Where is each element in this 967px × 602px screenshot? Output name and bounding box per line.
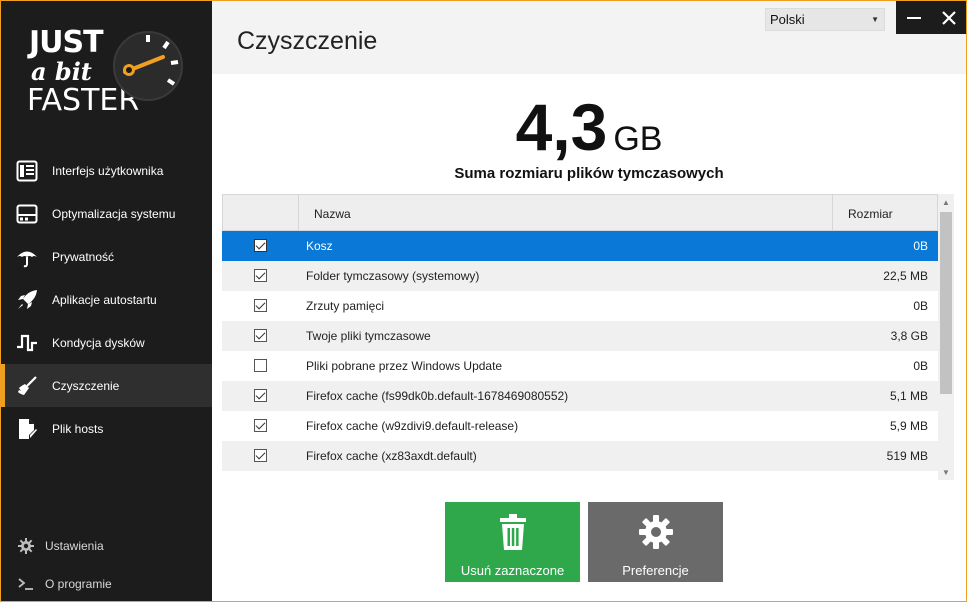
delete-selected-button[interactable]: Usuń zaznaczone (445, 502, 580, 582)
row-name: Firefox cache (fs99dk0b.default-16784690… (306, 389, 569, 403)
sidebar-nav: Interfejs użytkownika Optymalizacja syst… (1, 149, 212, 450)
sidebar-item-disk-health[interactable]: Kondycja dysków (1, 321, 212, 364)
table-row[interactable]: Firefox cache (fs99dk0b.default-16784690… (222, 381, 938, 411)
sidebar: JUST a bit FASTER Interfejs użytkownika … (1, 1, 212, 601)
sidebar-item-hosts-file[interactable]: Plik hosts (1, 407, 212, 450)
row-size: 5,1 MB (889, 389, 928, 403)
row-name: Folder tymczasowy (systemowy) (306, 269, 480, 283)
row-name: Firefox cache (w9zdivi9.default-release) (306, 419, 519, 433)
speedometer-icon (113, 31, 183, 101)
row-checkbox[interactable] (254, 239, 267, 252)
minimize-button[interactable] (896, 1, 931, 34)
sidebar-item-user-interface[interactable]: Interfejs użytkownika (1, 149, 212, 192)
scroll-down-icon[interactable]: ▼ (938, 464, 954, 480)
dropdown-arrow-icon: ▼ (871, 15, 879, 24)
scrollbar-thumb[interactable] (940, 212, 952, 394)
row-size: 22,5 MB (883, 269, 928, 283)
row-checkbox[interactable] (254, 359, 267, 372)
terminal-icon (17, 575, 35, 593)
row-checkbox[interactable] (254, 419, 267, 432)
user-interface-icon (15, 159, 39, 183)
close-button[interactable] (931, 1, 966, 34)
row-checkbox[interactable] (254, 449, 267, 462)
table-row[interactable]: Pliki pobrane przez Windows Update 0B (222, 351, 938, 381)
language-select[interactable]: Polski ▼ (765, 8, 885, 31)
sidebar-item-label: Kondycja dysków (52, 335, 145, 350)
row-name: Zrzuty pamięci (306, 299, 385, 313)
total-size-unit: GB (613, 120, 663, 158)
minimize-icon (906, 16, 921, 19)
system-optimization-icon (15, 202, 39, 226)
sidebar-item-cleaning[interactable]: Czyszczenie (1, 364, 212, 407)
column-header-size[interactable]: Rozmiar (848, 207, 893, 221)
about-link[interactable]: O programie (1, 565, 212, 601)
row-size: 0B (913, 239, 928, 253)
sidebar-item-label: Czyszczenie (52, 378, 120, 393)
row-size: 519 MB (886, 449, 928, 463)
sidebar-item-label: Plik hosts (52, 421, 104, 436)
gear-icon (638, 514, 673, 550)
row-size: 3,8 GB (890, 329, 928, 343)
delete-selected-label: Usuń zaznaczone (460, 563, 565, 578)
header-check-column[interactable] (223, 195, 299, 230)
preferences-label: Preferencje (622, 563, 689, 578)
table-row[interactable]: Zrzuty pamięci 0B (222, 291, 938, 321)
settings-link[interactable]: Ustawienia (1, 527, 212, 565)
row-checkbox[interactable] (254, 329, 267, 342)
sidebar-item-label: Prywatność (52, 249, 115, 264)
preferences-button[interactable]: Preferencje (588, 502, 723, 582)
table-row[interactable]: Twoje pliki tymczasowe 3,8 GB (222, 321, 938, 351)
settings-label: Ustawienia (45, 539, 104, 553)
language-select-value: Polski (770, 12, 805, 27)
table-scrollbar[interactable]: ▲ ▼ (938, 194, 954, 480)
temp-files-summary: 4,3 GB Suma rozmiaru plików tymczasowych (212, 89, 966, 182)
broom-icon (15, 374, 39, 398)
table-row[interactable]: Firefox cache (xz83axdt.default) 519 MB (222, 441, 938, 471)
header: Czyszczenie Polski ▼ (212, 1, 966, 74)
temp-files-table: Nazwa Rozmiar Kosz 0B Folder tymczasowy (s… (222, 194, 938, 472)
logo-line-1: JUST (29, 25, 104, 60)
row-checkbox[interactable] (254, 299, 267, 312)
row-size: 0B (913, 359, 928, 373)
close-icon (941, 10, 956, 25)
column-header-name[interactable]: Nazwa (314, 207, 351, 221)
row-checkbox[interactable] (254, 269, 267, 282)
rocket-icon (15, 288, 39, 312)
row-size: 5,9 MB (889, 419, 928, 433)
sidebar-item-label: Optymalizacja systemu (52, 206, 176, 221)
table-row[interactable]: Firefox cache (w9zdivi9.default-release)… (222, 411, 938, 441)
page-title: Czyszczenie (237, 27, 378, 55)
table-body: Kosz 0B Folder tymczasowy (systemowy) 22,5 … (222, 231, 938, 471)
hosts-file-icon (15, 417, 39, 441)
total-size-label: Suma rozmiaru plików tymczasowych (454, 165, 724, 182)
row-size: 0B (913, 299, 928, 313)
total-size: 4,3 GB (212, 89, 966, 165)
row-name: Pliki pobrane przez Windows Update (306, 359, 503, 373)
logo-line-2: a bit (31, 57, 92, 86)
app-logo: JUST a bit FASTER (25, 23, 195, 123)
scroll-up-icon[interactable]: ▲ (938, 194, 954, 210)
about-label: O programie (45, 577, 112, 591)
sidebar-item-label: Interfejs użytkownika (52, 163, 164, 178)
sidebar-item-privacy[interactable]: Prywatność (1, 235, 212, 278)
column-separator (832, 195, 833, 230)
row-checkbox[interactable] (254, 389, 267, 402)
row-name: Firefox cache (xz83axdt.default) (306, 449, 477, 463)
total-size-value: 4,3 (515, 90, 608, 164)
sidebar-item-autostart[interactable]: Aplikacje autostartu (1, 278, 212, 321)
table-header: Nazwa Rozmiar (222, 194, 938, 231)
disk-health-icon (15, 331, 39, 355)
row-name: Twoje pliki tymczasowe (306, 329, 431, 343)
gear-icon (17, 537, 35, 555)
umbrella-icon (15, 245, 39, 269)
sidebar-bottom-nav: Ustawienia O programie (1, 527, 212, 601)
table-row[interactable]: Kosz 0B (222, 231, 938, 261)
trash-icon (498, 514, 528, 550)
table-row[interactable]: Folder tymczasowy (systemowy) 22,5 MB (222, 261, 938, 291)
sidebar-item-system-optimization[interactable]: Optymalizacja systemu (1, 192, 212, 235)
app-window: JUST a bit FASTER Interfejs użytkownika … (1, 1, 966, 601)
sidebar-item-label: Aplikacje autostartu (52, 292, 157, 307)
row-name: Kosz (306, 239, 333, 253)
